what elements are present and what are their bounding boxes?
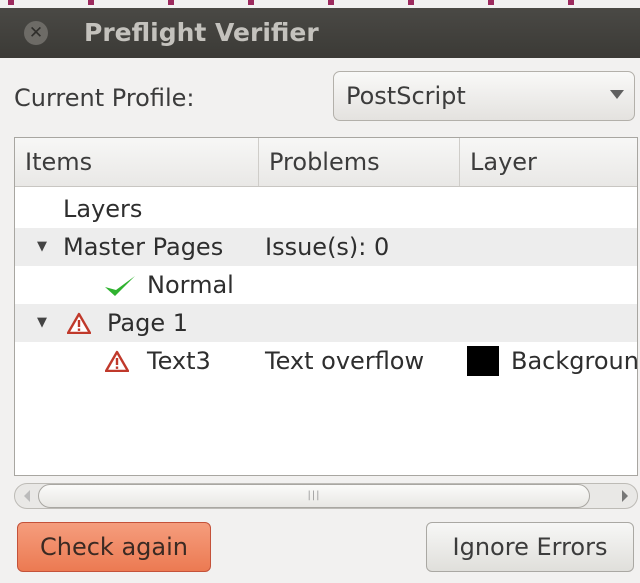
- tree-row-layers[interactable]: Layers: [15, 190, 637, 228]
- problems-value: Text overflow: [265, 347, 425, 375]
- warning-icon: [67, 312, 91, 334]
- close-icon: ✕: [28, 23, 44, 43]
- checkmark-icon: [105, 276, 135, 296]
- item-label: Master Pages: [63, 233, 224, 261]
- horizontal-scrollbar[interactable]: |||: [14, 483, 638, 509]
- results-tree[interactable]: Items Problems Layer Layers ▼ Master Pag…: [14, 137, 638, 476]
- profile-select-value: PostScript: [346, 82, 466, 110]
- scroll-left-arrow-icon[interactable]: [24, 490, 30, 502]
- tree-row-master-pages[interactable]: ▼ Master Pages Issue(s): 0: [15, 228, 637, 266]
- profile-select[interactable]: PostScript: [333, 71, 635, 121]
- check-again-button[interactable]: Check again: [17, 522, 211, 572]
- layer-value: Background: [511, 347, 638, 375]
- item-label: Normal: [147, 271, 234, 299]
- warning-icon: [105, 350, 129, 372]
- column-header-problems[interactable]: Problems: [258, 138, 459, 186]
- tree-row-normal[interactable]: Normal: [15, 266, 637, 304]
- scrollbar-thumb[interactable]: |||: [38, 484, 590, 508]
- ignore-errors-button[interactable]: Ignore Errors: [426, 522, 634, 572]
- title-bar: ✕ Preflight Verifier: [0, 8, 640, 58]
- dropdown-arrow-icon: [610, 90, 624, 99]
- window-title: Preflight Verifier: [84, 18, 319, 47]
- layer-color-swatch: [467, 346, 499, 376]
- scroll-right-arrow-icon[interactable]: [622, 490, 628, 502]
- problems-value: Issue(s): 0: [265, 233, 390, 261]
- item-label: Layers: [63, 195, 143, 223]
- tree-header: Items Problems Layer: [15, 138, 637, 187]
- item-label: Text3: [147, 347, 211, 375]
- tree-row-text3[interactable]: Text3 Text overflow Background: [15, 342, 637, 380]
- current-profile-label: Current Profile:: [14, 84, 195, 112]
- background-strip: [0, 0, 640, 8]
- column-header-layer[interactable]: Layer: [459, 138, 637, 186]
- expander-down-icon[interactable]: ▼: [37, 228, 47, 266]
- item-label: Page 1: [107, 309, 188, 337]
- expander-down-icon[interactable]: ▼: [37, 304, 47, 342]
- close-window-button[interactable]: ✕: [24, 21, 48, 45]
- tree-row-page-1[interactable]: ▼ Page 1: [15, 304, 637, 342]
- column-header-items[interactable]: Items: [15, 138, 258, 186]
